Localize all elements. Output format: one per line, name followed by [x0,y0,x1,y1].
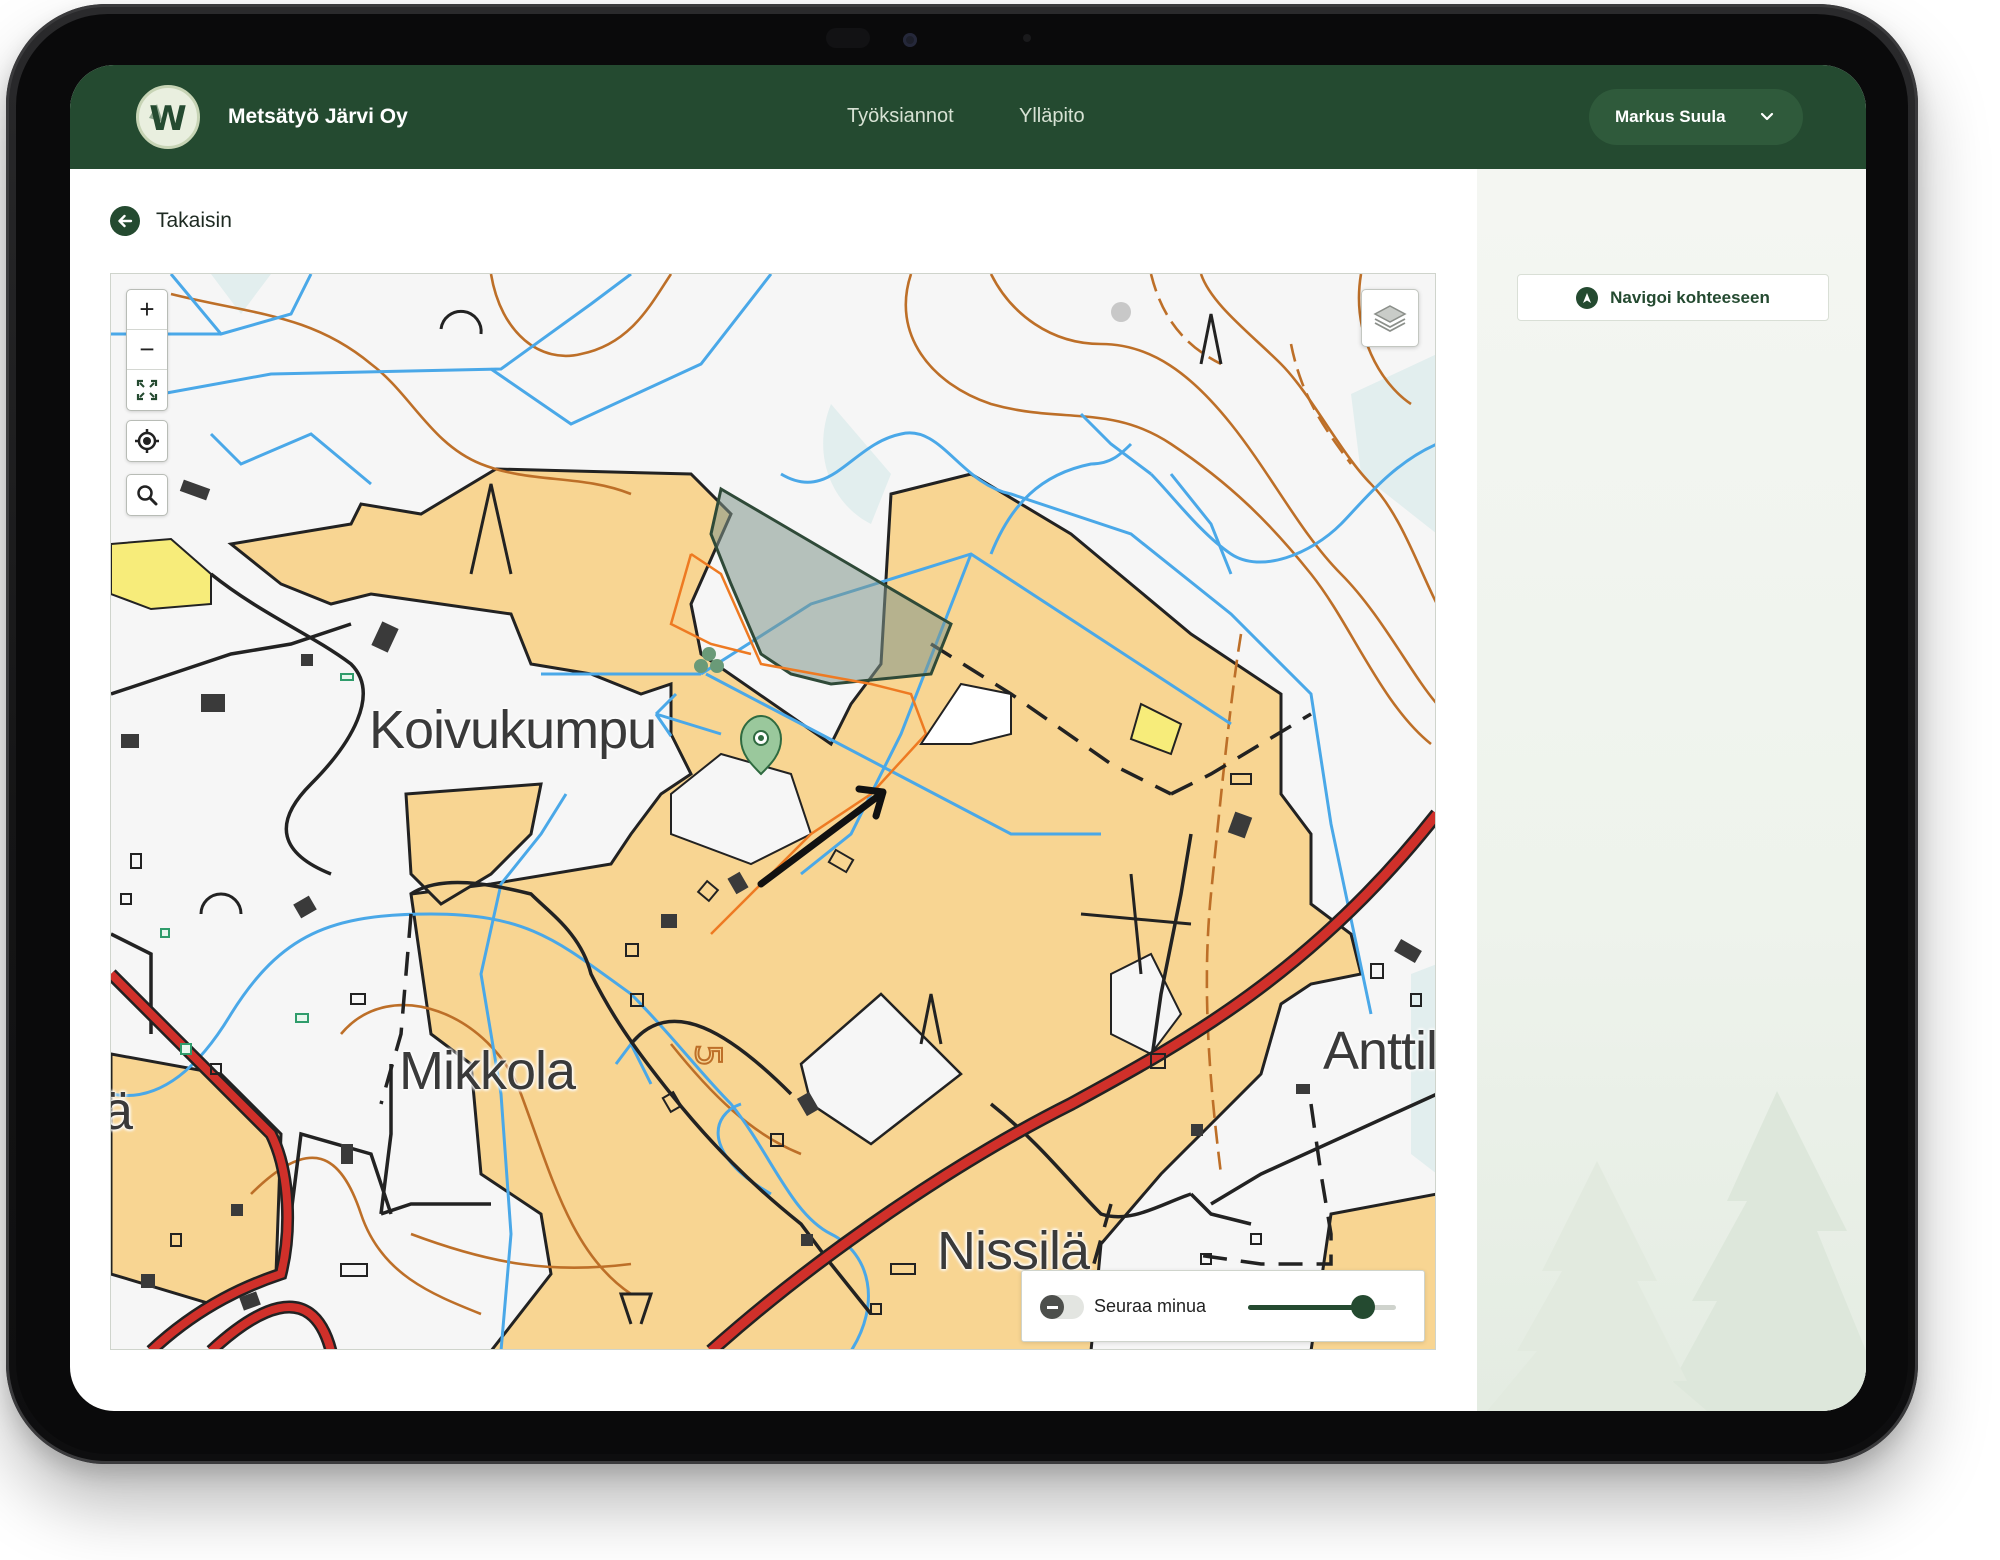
zoom-in-button[interactable]: + [127,290,167,330]
navigate-button-label: Navigoi kohteeseen [1610,287,1770,307]
top-navigation-bar: W Metsätyö Järvi Oy Työksiannot Ylläpito… [70,65,1866,169]
navigate-to-target-button[interactable]: Navigoi kohteeseen [1517,274,1829,321]
sensor-dot [1023,34,1031,42]
map-zoom-slider[interactable] [1248,1295,1396,1319]
back-link[interactable]: Takaisin [110,206,232,236]
follow-me-toggle[interactable] [1040,1295,1084,1319]
map-search-button[interactable] [126,474,168,516]
zoom-controls: + − [126,289,168,411]
sensor [826,28,870,48]
place-name-edge: ä [111,1080,133,1142]
svg-text:W: W [149,99,187,139]
search-icon [137,485,158,506]
crosshair-icon [135,429,159,453]
fullscreen-icon [136,379,158,401]
user-name: Markus Suula [1615,107,1726,126]
fullscreen-button[interactable] [127,370,167,410]
tablet-frame: W Metsätyö Järvi Oy Työksiannot Ylläpito… [6,4,1918,1464]
toggle-off-knob [1040,1295,1064,1319]
chevron-down-icon [1760,112,1774,121]
place-name-anttil: Anttil [1323,1021,1436,1081]
navigation-arrow-icon [1576,286,1599,309]
locate-me-button[interactable] [126,420,168,462]
follow-me-label: Seuraa minua [1094,1296,1207,1316]
logo-w-icon: W [149,99,187,139]
map-layers-button[interactable] [1361,289,1419,347]
slider-fill [1248,1305,1364,1310]
details-side-panel [1477,169,1866,1411]
app-screen: W Metsätyö Järvi Oy Työksiannot Ylläpito… [70,65,1866,1411]
nav-link-tyoksiannot[interactable]: Työksiannot [847,105,954,128]
topographic-map-layer[interactable]: 5 [111,274,1436,1350]
nav-link-yllapito[interactable]: Ylläpito [1019,105,1085,128]
stone-symbol [1111,302,1131,322]
forest-background-illustration [1487,1091,1866,1411]
user-menu-button[interactable]: Markus Suula [1589,89,1803,145]
place-name-mikkola: Mikkola [399,1041,576,1101]
front-camera [903,33,917,47]
place-name-koivukumpu: Koivukumpu [369,700,657,760]
map-view[interactable]: 5 Koivukumpu Mikkola Nissilä Anttil ä + … [110,273,1436,1350]
follow-me-panel: Seuraa minua [1021,1270,1425,1342]
zoom-out-button[interactable]: − [127,330,167,370]
road-number-label: 5 [687,1044,728,1067]
layers-icon [1373,305,1407,333]
back-label: Takaisin [156,209,232,232]
slider-thumb[interactable] [1351,1295,1376,1319]
company-name: Metsätyö Järvi Oy [228,105,408,128]
company-logo[interactable]: W [136,85,200,149]
arrow-left-icon [110,206,140,236]
